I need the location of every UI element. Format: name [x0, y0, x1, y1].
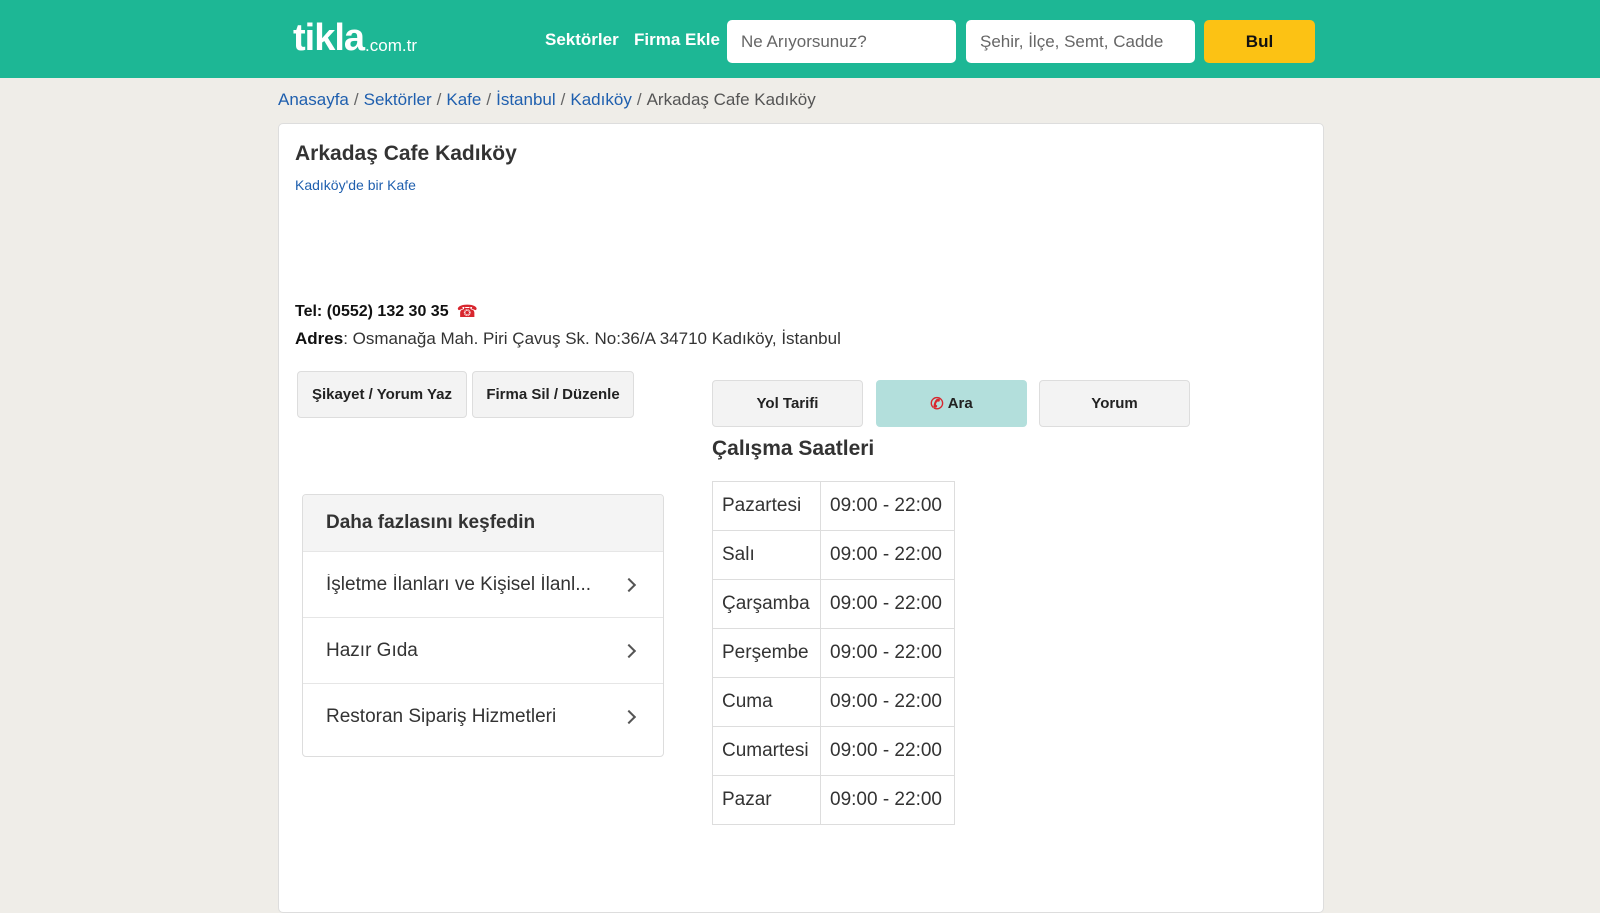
discover-item[interactable]: İşletme İlanları ve Kişisel İlanl... — [303, 551, 663, 617]
edit-company-button[interactable]: Firma Sil / Düzenle — [472, 371, 634, 418]
tab-call-label: Ara — [947, 395, 973, 412]
hours-time: 09:00 - 22:00 — [820, 481, 955, 531]
tab-review-label: Yorum — [1091, 395, 1138, 412]
phone-number[interactable]: (0552) 132 30 35 — [327, 303, 449, 321]
hours-row: Cuma 09:00 - 22:00 — [712, 677, 955, 727]
nav-sectors-link[interactable]: Sektörler — [545, 30, 619, 50]
discover-title: Daha fazlasını keşfedin — [303, 495, 663, 551]
breadcrumb-current: Arkadaş Cafe Kadıköy — [646, 90, 816, 109]
phone-label: Tel: — [295, 303, 323, 320]
hours-row: Salı 09:00 - 22:00 — [712, 530, 955, 580]
breadcrumb-kadikoy[interactable]: Kadıköy — [570, 90, 631, 109]
chevron-right-icon — [621, 709, 637, 724]
search-input[interactable] — [727, 20, 956, 63]
breadcrumb-cafe[interactable]: Kafe — [446, 90, 481, 109]
hours-row: Cumartesi 09:00 - 22:00 — [712, 726, 955, 776]
breadcrumb-separator: / — [436, 90, 442, 109]
top-header: tikla .com.tr Sektörler Firma Ekle Bul — [0, 0, 1600, 78]
breadcrumb-separator: / — [636, 90, 642, 109]
discover-item-label: Hazır Gıda — [326, 639, 418, 661]
address-label: Adres — [295, 329, 344, 348]
tab-review[interactable]: Yorum — [1039, 380, 1190, 427]
hours-time: 09:00 - 22:00 — [820, 628, 955, 678]
page-title: Arkadaş Cafe Kadıköy — [295, 142, 517, 165]
site-logo[interactable]: tikla .com.tr — [293, 18, 417, 58]
hours-title: Çalışma Saatleri — [712, 437, 875, 460]
chevron-right-icon — [621, 577, 637, 592]
hours-time: 09:00 - 22:00 — [820, 726, 955, 776]
breadcrumb-separator: / — [353, 90, 359, 109]
hours-day: Cumartesi — [712, 726, 821, 776]
hours-day: Pazar — [712, 775, 821, 825]
breadcrumb-separator: / — [486, 90, 492, 109]
hours-row: Pazartesi 09:00 - 22:00 — [712, 481, 955, 531]
phone-handset-icon: ✆ — [930, 395, 944, 413]
hours-day: Pazartesi — [712, 481, 821, 531]
complaint-review-button[interactable]: Şikayet / Yorum Yaz — [297, 371, 467, 418]
hours-day: Salı — [712, 530, 821, 580]
breadcrumb-home[interactable]: Anasayfa — [278, 90, 349, 109]
location-input[interactable] — [966, 20, 1195, 63]
logo-text: tikla — [293, 17, 365, 59]
discover-item-label: Restoran Sipariş Hizmetleri — [326, 705, 557, 727]
hours-day: Cuma — [712, 677, 821, 727]
breadcrumb-sectors[interactable]: Sektörler — [364, 90, 432, 109]
breadcrumb: Anasayfa / Sektörler / Kafe / İstanbul / Kadıköy… — [278, 90, 816, 110]
tab-directions-label: Yol Tarifi — [756, 395, 819, 412]
hours-day: Perşembe — [712, 628, 821, 678]
address-line: Adres: Osmanağa Mah. Piri Çavuş Sk. No:3… — [295, 329, 841, 349]
breadcrumb-separator: / — [560, 90, 566, 109]
hours-time: 09:00 - 22:00 — [820, 677, 955, 727]
discover-item[interactable]: Hazır Gıda — [303, 617, 663, 683]
nav-add-company-link[interactable]: Firma Ekle — [634, 30, 720, 50]
hours-row: Çarşamba 09:00 - 22:00 — [712, 579, 955, 629]
search-button[interactable]: Bul — [1204, 20, 1315, 63]
phone-line: Tel: (0552) 132 30 35 ☎ — [295, 303, 478, 321]
discover-item-label: İşletme İlanları ve Kişisel İlanl... — [326, 573, 592, 595]
tab-directions[interactable]: Yol Tarifi — [712, 380, 863, 427]
hours-table: Pazartesi 09:00 - 22:00 Salı 09:00 - 22:00… — [712, 481, 955, 825]
category-link[interactable]: Kadıköy'de bir Kafe — [295, 177, 416, 193]
tab-call[interactable]: ✆ Ara — [876, 380, 1027, 427]
discover-panel: Daha fazlasını keşfedin İşletme İlanları… — [302, 494, 664, 757]
address-text: : Osmanağa Mah. Piri Çavuş Sk. No:36/A 3… — [343, 329, 841, 348]
hours-time: 09:00 - 22:00 — [820, 775, 955, 825]
breadcrumb-istanbul[interactable]: İstanbul — [496, 90, 556, 109]
telephone-icon: ☎ — [456, 302, 478, 321]
hours-day: Çarşamba — [712, 579, 821, 629]
logo-tld: .com.tr — [365, 36, 417, 55]
hours-row: Pazar 09:00 - 22:00 — [712, 775, 955, 825]
hours-time: 09:00 - 22:00 — [820, 530, 955, 580]
hours-row: Perşembe 09:00 - 22:00 — [712, 628, 955, 678]
discover-item[interactable]: Restoran Sipariş Hizmetleri — [303, 683, 663, 749]
chevron-right-icon — [621, 643, 637, 658]
hours-time: 09:00 - 22:00 — [820, 579, 955, 629]
